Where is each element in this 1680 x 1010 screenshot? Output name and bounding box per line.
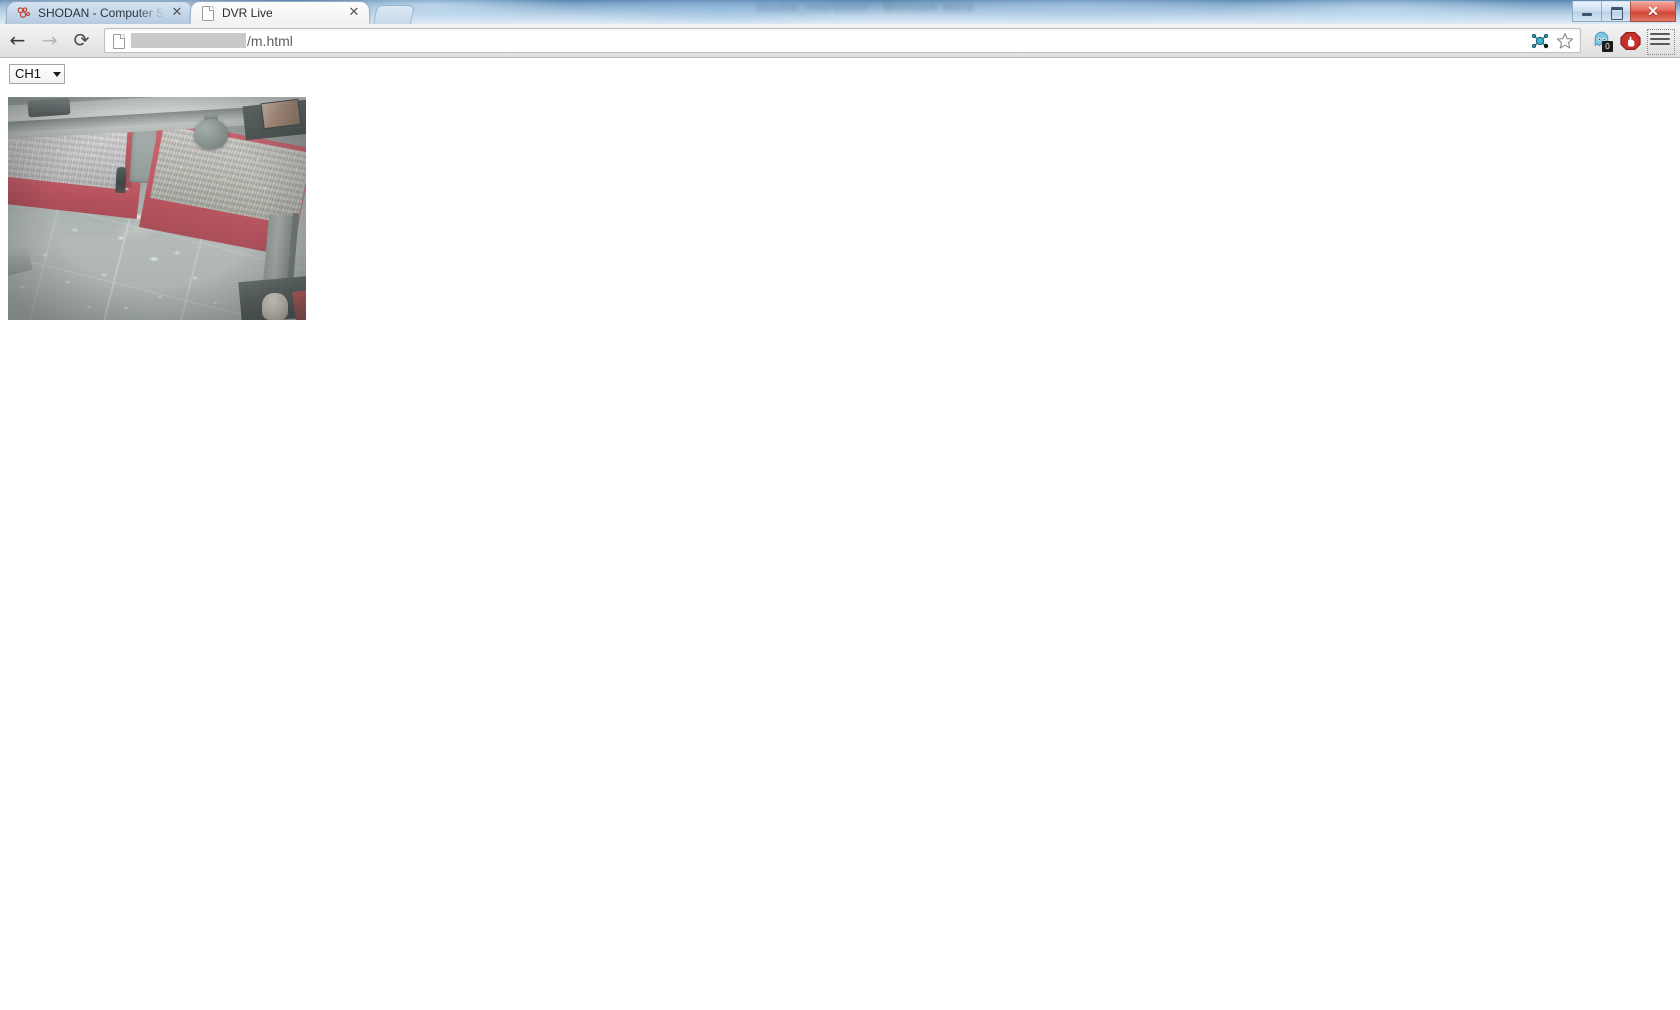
hamburger-menu-icon[interactable]	[1645, 26, 1675, 55]
forward-button[interactable]: →	[35, 26, 64, 55]
tab-close-icon[interactable]: ✕	[169, 5, 185, 21]
new-tab-button[interactable]	[372, 5, 416, 24]
url-redaction-bar	[131, 33, 246, 48]
chevron-down-icon	[53, 71, 61, 77]
arrow-left-icon: ←	[9, 29, 26, 51]
tab-strip: SHODAN - Computer Sea ✕ DVR Live ✕	[0, 0, 1480, 24]
minimize-button[interactable]	[1572, 1, 1602, 22]
omnibox-actions	[1530, 32, 1580, 50]
browser-toolbar: ← → ⟳ /m.html 0	[0, 24, 1680, 58]
tab-title: DVR Live	[222, 5, 273, 20]
page-document-icon	[111, 33, 127, 49]
title-bar[interactable]: Double_interaction - Microsoft Word SHOD…	[0, 0, 1680, 24]
tab-dvr-live[interactable]: DVR Live ✕	[189, 1, 371, 24]
arrow-right-icon: →	[41, 29, 58, 51]
page-content: CH1	[0, 58, 1680, 1010]
restore-icon	[1611, 7, 1623, 20]
shodan-icon	[16, 5, 32, 21]
cctv-live-view[interactable]	[8, 97, 306, 320]
reload-icon: ⟳	[73, 29, 90, 51]
channel-select-value: CH1	[15, 66, 42, 81]
ghostery-badge-count: 0	[1602, 41, 1613, 52]
tab-close-icon[interactable]: ✕	[346, 5, 362, 21]
close-icon: ✕	[1647, 3, 1659, 19]
close-window-button[interactable]: ✕	[1630, 1, 1676, 22]
adblock-stop-hand-icon[interactable]	[1616, 26, 1645, 55]
browser-window: Double_interaction - Microsoft Word SHOD…	[0, 0, 1680, 1010]
tab-shodan[interactable]: SHODAN - Computer Sea ✕	[5, 1, 194, 24]
maximize-restore-button[interactable]	[1601, 1, 1631, 22]
ghostery-icon[interactable]: 0	[1587, 26, 1616, 55]
page-document-icon	[200, 5, 216, 21]
address-bar[interactable]: /m.html	[104, 28, 1581, 53]
minimize-icon	[1582, 13, 1592, 16]
reload-button[interactable]: ⟳	[67, 26, 96, 55]
back-button[interactable]: ←	[3, 26, 32, 55]
hamburger-lines	[1650, 33, 1670, 49]
toolbar-extensions: 0	[1587, 26, 1680, 55]
molecule-extension-icon[interactable]	[1530, 32, 1550, 50]
url-text: /m.html	[247, 32, 293, 49]
window-controls: ✕	[1572, 1, 1676, 22]
camera-noise	[8, 97, 306, 320]
tab-title: SHODAN - Computer Sea	[38, 5, 165, 20]
star-icon[interactable]	[1556, 32, 1574, 50]
channel-select-dropdown[interactable]: CH1	[9, 64, 65, 84]
